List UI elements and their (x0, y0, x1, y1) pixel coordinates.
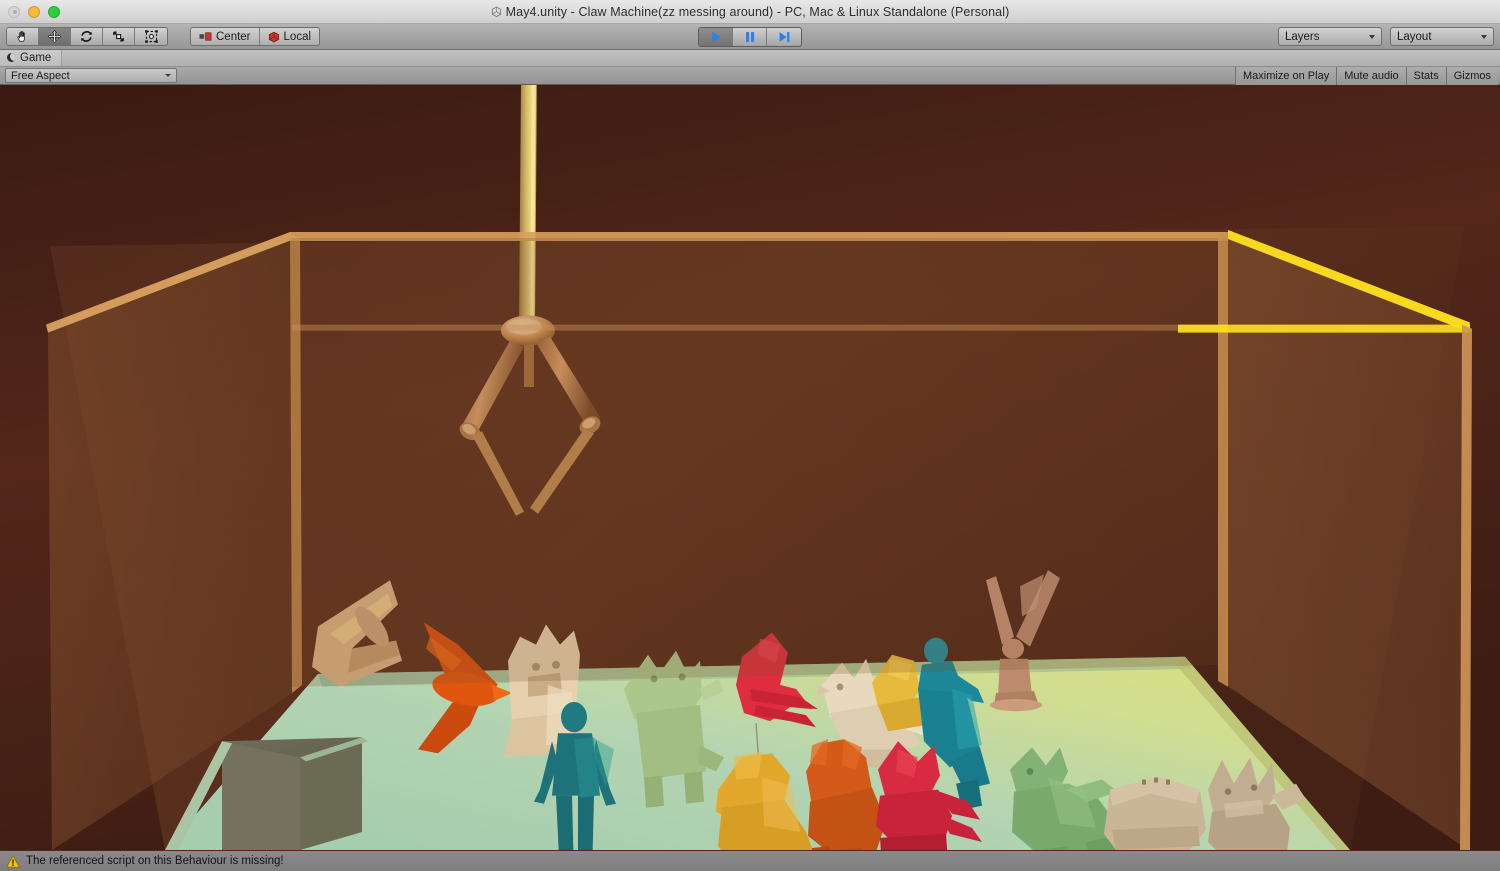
game-view-canvas[interactable] (0, 85, 1500, 850)
chevron-down-icon (165, 74, 171, 77)
move-tool-button[interactable] (39, 28, 71, 45)
title-bar: May4.unity - Claw Machine(zz messing aro… (0, 0, 1500, 24)
status-message: The referenced script on this Behaviour … (26, 855, 284, 867)
unity-editor-window: May4.unity - Claw Machine(zz messing aro… (0, 0, 1500, 871)
glass-panel-back (290, 238, 1228, 687)
glass-edge-right-mid (1178, 324, 1470, 333)
beige-turtle-figurine (1104, 777, 1206, 850)
maximize-on-play-toggle[interactable]: Maximize on Play (1235, 66, 1337, 85)
mute-audio-toggle[interactable]: Mute audio (1336, 66, 1406, 85)
step-forward-icon (779, 31, 790, 42)
hand-icon (17, 30, 25, 42)
claw-machine-scene (0, 85, 1500, 850)
toolbar-right-group: Layers Layout (1278, 27, 1494, 46)
stats-toggle[interactable]: Stats (1405, 66, 1446, 85)
window-controls (0, 5, 60, 18)
hand-tool-button[interactable] (7, 28, 39, 45)
tab-game-label: Game (20, 51, 52, 64)
scale-tool-button[interactable] (103, 28, 135, 45)
rotate-tool-button[interactable] (71, 28, 103, 45)
aspect-ratio-dropdown[interactable]: Free Aspect (5, 68, 177, 83)
mute-audio-label: Mute audio (1344, 69, 1399, 82)
pivot-rotation-button[interactable]: Local (259, 28, 320, 45)
move-arrows-icon (47, 29, 62, 44)
layout-dropdown-label: Layout (1397, 30, 1432, 43)
scale-icon (113, 31, 124, 42)
rect-tool-button[interactable] (135, 28, 167, 45)
layout-dropdown[interactable]: Layout (1390, 27, 1494, 46)
pivot-rotation-label: Local (283, 30, 312, 43)
rect-transform-icon (144, 30, 158, 43)
game-view-icon (7, 53, 16, 62)
minimize-button[interactable] (28, 5, 40, 18)
unity-logo-icon (491, 5, 501, 17)
close-button[interactable] (8, 5, 20, 18)
pivot-mode-label: Center (216, 30, 251, 43)
status-bar[interactable]: The referenced script on this Behaviour … (0, 850, 1500, 871)
chevron-down-icon (1481, 34, 1487, 39)
play-button[interactable] (699, 27, 733, 46)
game-view-toggles: Maximize on Play Mute audio Stats Gizmos (1235, 66, 1498, 85)
pause-button[interactable] (733, 27, 767, 46)
warning-triangle-icon (6, 854, 20, 868)
playback-controls (698, 26, 802, 47)
view-tab-bar: Game (0, 49, 1500, 67)
pause-icon (745, 31, 754, 42)
local-space-icon (268, 31, 279, 42)
play-icon (711, 31, 721, 42)
window-title-text: May4.unity - Claw Machine(zz messing aro… (505, 4, 1010, 19)
step-button[interactable] (767, 27, 801, 46)
layers-dropdown-label: Layers (1285, 30, 1320, 43)
main-toolbar: Center Local Layers Layout (0, 24, 1500, 50)
gizmos-dropdown[interactable]: Gizmos (1445, 66, 1498, 85)
stats-label: Stats (1413, 69, 1439, 82)
aspect-ratio-label: Free Aspect (11, 69, 70, 82)
maximize-on-play-label: Maximize on Play (1243, 69, 1330, 82)
layers-dropdown[interactable]: Layers (1278, 27, 1382, 46)
pivot-tools-group: Center Local (190, 27, 321, 46)
center-pivot-icon (199, 32, 212, 41)
rotate-icon (81, 31, 92, 42)
gizmos-label: Gizmos (1453, 69, 1491, 82)
transform-tools-group (6, 27, 168, 46)
pivot-mode-button[interactable]: Center (191, 28, 260, 45)
window-title: May4.unity - Claw Machine(zz messing aro… (0, 5, 1500, 19)
game-view-toolbar: Free Aspect Maximize on Play Mute audio … (0, 66, 1500, 85)
tab-game[interactable]: Game (0, 49, 63, 66)
maximize-button[interactable] (48, 5, 60, 18)
chevron-down-icon (1369, 34, 1375, 39)
